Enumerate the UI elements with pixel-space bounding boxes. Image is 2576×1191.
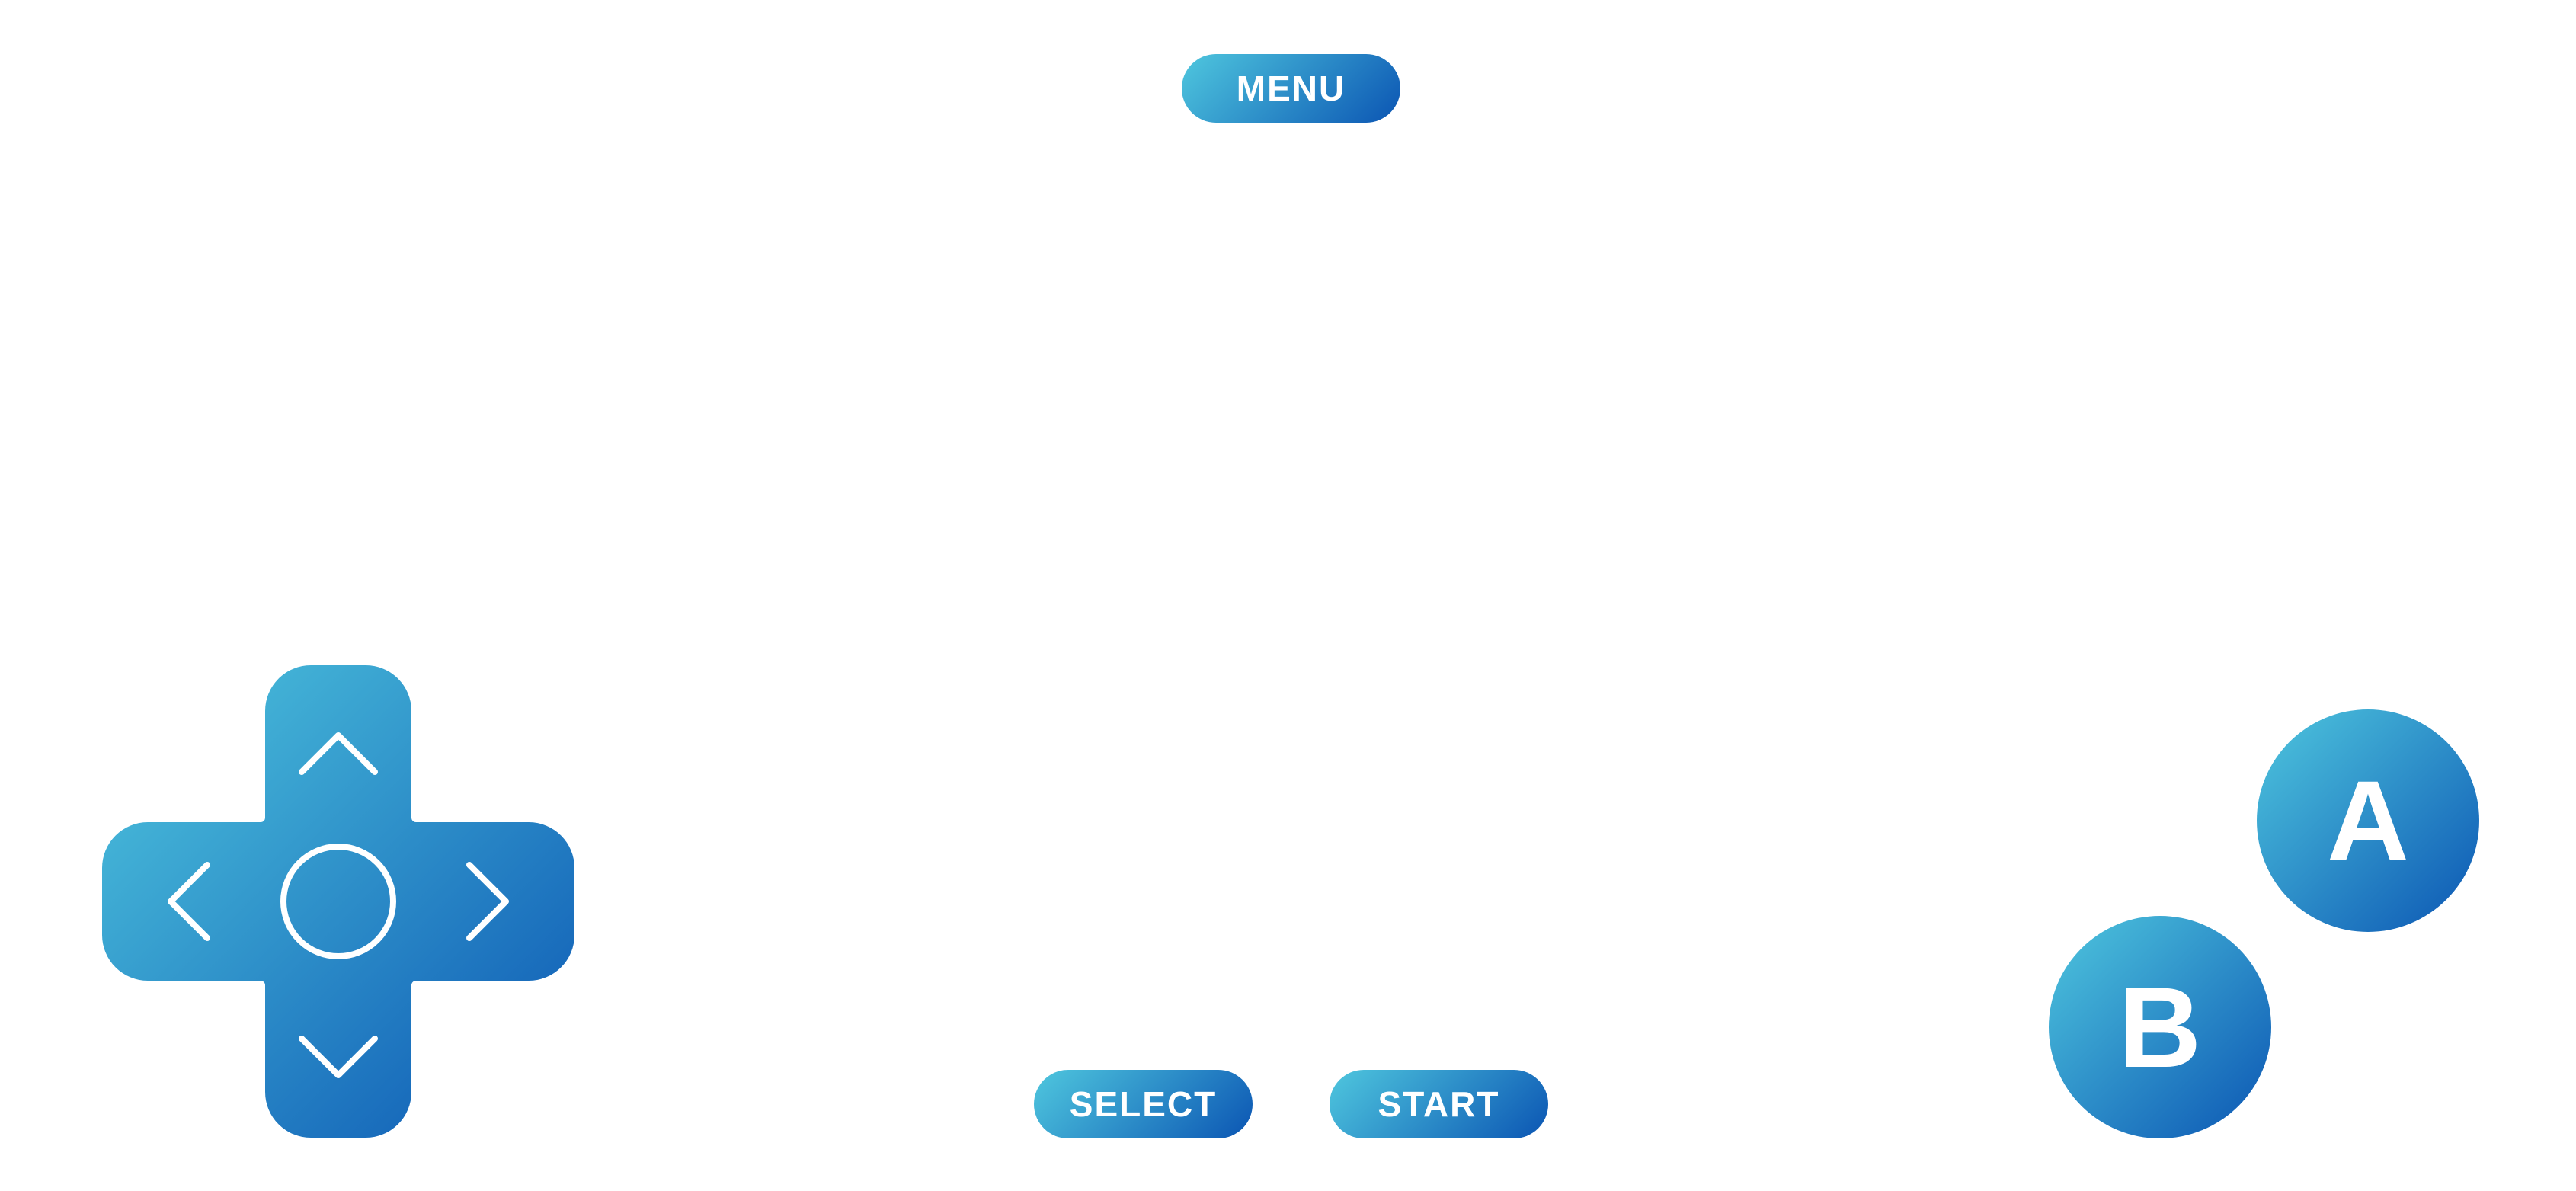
dpad[interactable] — [102, 665, 574, 1138]
menu-button[interactable]: MENU — [1182, 54, 1400, 123]
start-button[interactable]: START — [1330, 1070, 1548, 1138]
start-button-label: START — [1378, 1084, 1500, 1124]
select-button-label: SELECT — [1069, 1084, 1218, 1124]
b-button[interactable]: B — [2049, 916, 2271, 1138]
dpad-down-button[interactable] — [265, 985, 428, 1138]
dpad-up-button[interactable] — [265, 665, 428, 818]
dpad-left-button[interactable] — [102, 828, 254, 991]
dpad-right-button[interactable] — [422, 828, 574, 991]
game-controller-overlay: MENU SELECT START A B — [0, 0, 2576, 1191]
dpad-center-button[interactable] — [279, 842, 398, 961]
a-button[interactable]: A — [2257, 709, 2479, 932]
a-button-label: A — [2326, 756, 2410, 885]
select-button[interactable]: SELECT — [1034, 1070, 1253, 1138]
b-button-label: B — [2118, 962, 2202, 1091]
menu-button-label: MENU — [1236, 69, 1346, 108]
